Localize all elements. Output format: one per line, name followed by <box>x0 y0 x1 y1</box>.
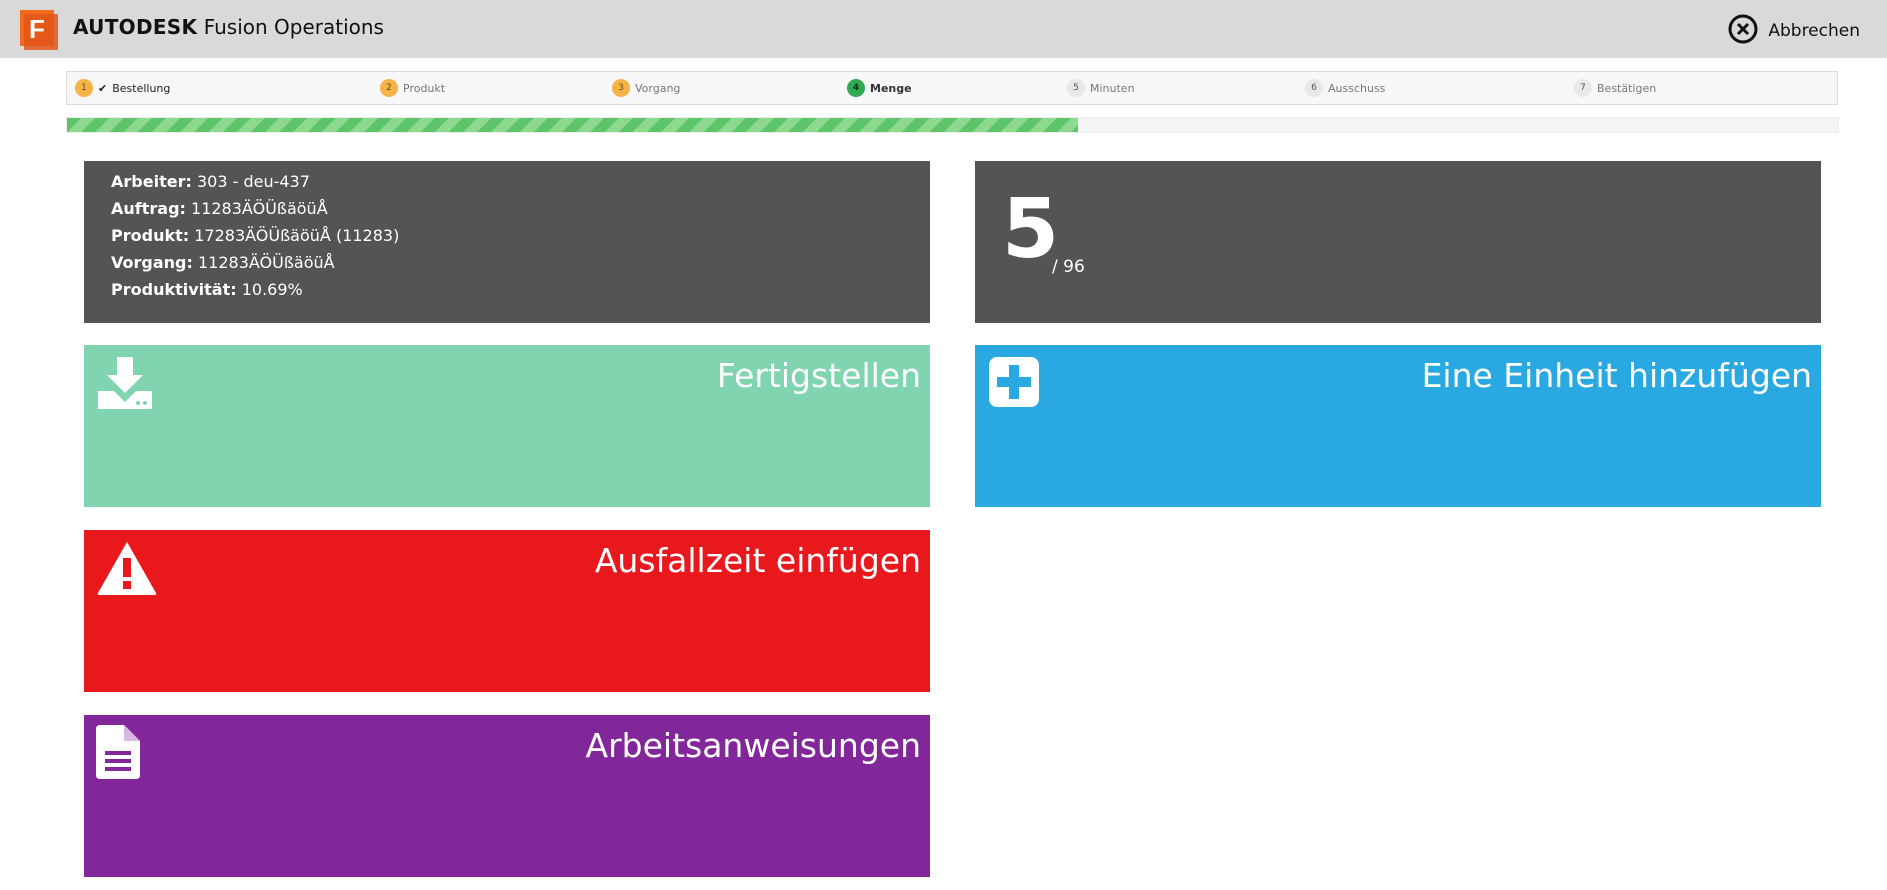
order-row: Auftrag: 11283ÄÖÜßäöüÅ <box>111 195 930 222</box>
progress-bar <box>66 117 1839 133</box>
productivity-label: Produktivität: <box>111 280 237 299</box>
finish-label: Fertigstellen <box>716 356 921 395</box>
step-ausschuss[interactable]: 6 Ausschuss <box>1305 72 1385 104</box>
step-produkt[interactable]: 2 Produkt <box>380 72 445 104</box>
operation-value: 11283ÄÖÜßäöüÅ <box>197 253 335 272</box>
close-circle-icon <box>1728 14 1758 48</box>
step-label: Ausschuss <box>1328 81 1386 95</box>
app-title: AUTODESK Fusion Operations <box>73 15 384 39</box>
step-label: Bestellung <box>112 81 171 95</box>
step-number: 6 <box>1305 79 1323 97</box>
step-label: Menge <box>870 81 912 95</box>
current-quantity: 5 <box>1002 182 1060 277</box>
top-bar: F AUTODESK Fusion Operations Abbrechen <box>0 0 1887 58</box>
productivity-row: Produktivität: 10.69% <box>111 276 930 303</box>
step-number: 1 <box>75 79 93 97</box>
step-label: Bestätigen <box>1597 81 1657 95</box>
total-quantity: / 96 <box>1052 257 1085 277</box>
cancel-label: Abbrechen <box>1768 21 1860 41</box>
step-bestellung[interactable]: 1 ✔ Bestellung <box>75 72 170 104</box>
add-unit-button[interactable]: Eine Einheit hinzufügen <box>975 345 1821 507</box>
cancel-button[interactable]: Abbrechen <box>1728 14 1860 48</box>
step-number: 7 <box>1574 79 1592 97</box>
check-icon: ✔ <box>98 81 108 95</box>
step-number: 5 <box>1067 79 1085 97</box>
info-panel: Arbeiter: 303 - deu-437 Auftrag: 11283ÄÖ… <box>84 161 930 323</box>
autodesk-logo-icon: F <box>20 10 62 52</box>
warning-icon <box>96 540 158 600</box>
step-vorgang[interactable]: 3 Vorgang <box>612 72 680 104</box>
step-minuten[interactable]: 5 Minuten <box>1067 72 1135 104</box>
document-icon <box>96 725 142 783</box>
quantity-counter: 5 / 96 <box>975 161 1821 323</box>
step-label: Produkt <box>403 81 446 95</box>
productivity-value: 10.69% <box>241 280 303 299</box>
step-number: 3 <box>612 79 630 97</box>
operation-label: Vorgang: <box>111 253 193 272</box>
downtime-label: Ausfallzeit einfügen <box>594 541 921 580</box>
step-bestaetigen[interactable]: 7 Bestätigen <box>1574 72 1656 104</box>
download-icon <box>96 355 154 417</box>
order-value: 11283ÄÖÜßäöüÅ <box>191 199 328 218</box>
step-label: Minuten <box>1090 81 1135 95</box>
product-label: Produkt: <box>111 226 190 245</box>
operation-row: Vorgang: 11283ÄÖÜßäöüÅ <box>111 249 930 276</box>
step-number: 4 <box>847 79 865 97</box>
worker-value: 303 - deu-437 <box>196 172 310 191</box>
step-number: 2 <box>380 79 398 97</box>
step-label: Vorgang <box>635 81 681 95</box>
worker-label: Arbeiter: <box>111 172 192 191</box>
logo-letter: F <box>29 14 45 44</box>
finish-button[interactable]: Fertigstellen <box>84 345 930 507</box>
work-instructions-label: Arbeitsanweisungen <box>585 726 921 765</box>
order-label: Auftrag: <box>111 199 186 218</box>
progress-fill <box>67 118 1079 132</box>
brand-strong: AUTODESK <box>73 15 198 39</box>
brand-product: Fusion Operations <box>203 15 384 39</box>
add-unit-label: Eine Einheit hinzufügen <box>1421 356 1812 395</box>
product-row: Produkt: 17283ÄÖÜßäöüÅ (11283) <box>111 222 930 249</box>
work-instructions-button[interactable]: Arbeitsanweisungen <box>84 715 930 877</box>
plus-square-icon <box>987 355 1041 413</box>
downtime-button[interactable]: Ausfallzeit einfügen <box>84 530 930 692</box>
step-menge[interactable]: 4 Menge <box>847 72 912 104</box>
wizard-steps: 1 ✔ Bestellung 2 Produkt 3 Vorgang 4 Men… <box>66 71 1838 105</box>
worker-row: Arbeiter: 303 - deu-437 <box>111 168 930 195</box>
product-value: 17283ÄÖÜßäöüÅ (11283) <box>194 226 400 245</box>
